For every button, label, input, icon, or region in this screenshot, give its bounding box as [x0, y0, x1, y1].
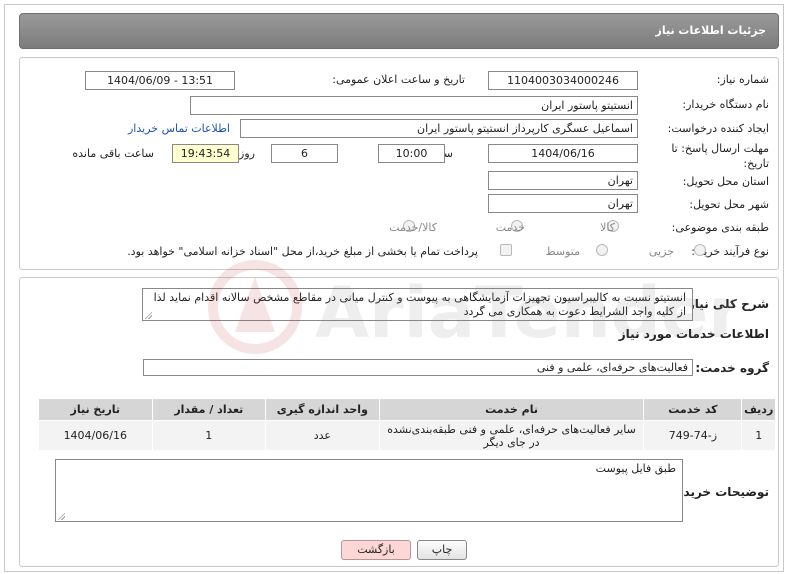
description-text: انستیتو نسبت به کالیبراسیون تجهیزات آزما… [153, 291, 686, 318]
col-need-date: تاریخ نیاز [38, 398, 153, 421]
col-unit: واحد اندازه گیری [265, 398, 380, 421]
requester-label: ایجاد کننده درخواست: [667, 122, 769, 135]
buyer-org-field[interactable]: انستیتو پاستور ایران [190, 96, 638, 115]
treasury-payment-note: پرداخت تمام یا بخشی از مبلغ خرید،از محل … [127, 245, 478, 258]
buyer-contact-link[interactable]: اطلاعات تماس خریدار [128, 122, 230, 135]
services-section-title: اطلاعات خدمات مورد نیاز [618, 327, 769, 341]
service-group-field[interactable]: فعالیت‌های حرفه‌ای، علمی و فنی [143, 359, 693, 376]
remaining-time-label: ساعت باقی مانده [72, 147, 154, 160]
print-button[interactable]: چاپ [417, 540, 467, 560]
description-label: شرح کلی نیاز: [683, 297, 769, 311]
page-title: جزئیات اطلاعات نیاز [655, 24, 767, 37]
buyer-notes-text: طبق فایل پیوست [595, 462, 676, 475]
need-number-label: شماره نیاز: [716, 73, 769, 86]
delivery-city-field[interactable]: تهران [488, 194, 638, 213]
back-button[interactable]: بازگشت [341, 540, 411, 560]
announce-datetime-label: تاریخ و ساعت اعلان عمومی: [332, 73, 465, 86]
table-header-row: ردیف کد خدمت نام خدمت واحد اندازه گیری ت… [38, 398, 776, 421]
services-table: ردیف کد خدمت نام خدمت واحد اندازه گیری ت… [38, 398, 776, 451]
page-header: جزئیات اطلاعات نیاز [19, 13, 779, 49]
service-group-label: گروه خدمت: [695, 361, 769, 375]
delivery-province-field[interactable]: تهران [488, 171, 638, 190]
delivery-province-label: استان محل تحویل: [682, 175, 769, 188]
deadline-days-field[interactable]: 6 [271, 144, 338, 163]
delivery-city-label: شهر محل تحویل: [689, 198, 769, 211]
deadline-label-line1: مهلت ارسال پاسخ: تا [671, 142, 769, 155]
buyer-org-label: نام دستگاه خریدار: [682, 98, 769, 111]
buyer-notes-textarea[interactable]: طبق فایل پیوست [55, 459, 683, 522]
description-textarea[interactable]: انستیتو نسبت به کالیبراسیون تجهیزات آزما… [142, 288, 693, 321]
col-service-code: کد خدمت [643, 398, 743, 421]
deadline-label-line2: تاریخ: [743, 157, 769, 170]
process-option-minor: جزیی [648, 245, 674, 258]
col-row-number: ردیف [741, 398, 776, 421]
col-quantity: تعداد / مقدار [151, 398, 267, 421]
resize-handle[interactable] [57, 512, 65, 520]
requester-field[interactable]: اسماعیل عسگری کارپرداز انستیتو پاستور ای… [240, 119, 638, 138]
deadline-date-field[interactable]: 1404/06/16 [488, 144, 638, 163]
category-label: طبقه بندی موضوعی: [671, 221, 769, 234]
resize-handle[interactable] [144, 311, 152, 319]
cell-quantity: 1 [151, 420, 267, 451]
need-number-field[interactable]: 1104003034000246 [488, 71, 638, 90]
deadline-time-field[interactable]: 10:00 [378, 144, 445, 163]
col-service-name: نام خدمت [378, 398, 645, 421]
cell-unit: عدد [265, 420, 380, 451]
announce-datetime-field[interactable]: 1404/06/09 - 13:51 [85, 71, 235, 90]
cell-need-date: 1404/06/16 [38, 420, 153, 451]
page-frame: جزئیات اطلاعات نیاز شماره نیاز: 11040030… [4, 4, 784, 572]
cell-row-number: 1 [741, 420, 776, 451]
cell-service-code: ز-74-749 [643, 420, 743, 451]
table-row[interactable]: 1 ز-74-749 سایر فعالیت‌های حرفه‌ای، علمی… [38, 420, 776, 451]
process-radio-minor[interactable] [694, 244, 706, 256]
remaining-time-field: 19:43:54 [172, 144, 239, 163]
cell-service-name: سایر فعالیت‌های حرفه‌ای، علمی و فنی طبقه… [378, 420, 645, 451]
category-option-service: خدمت [495, 221, 525, 234]
process-radio-medium[interactable] [596, 244, 608, 256]
category-option-goods-service: کالا/خدمت [389, 221, 437, 234]
treasury-payment-checkbox[interactable] [500, 244, 512, 256]
process-option-medium: متوسط [545, 245, 580, 258]
category-option-goods: کالا [600, 221, 615, 234]
